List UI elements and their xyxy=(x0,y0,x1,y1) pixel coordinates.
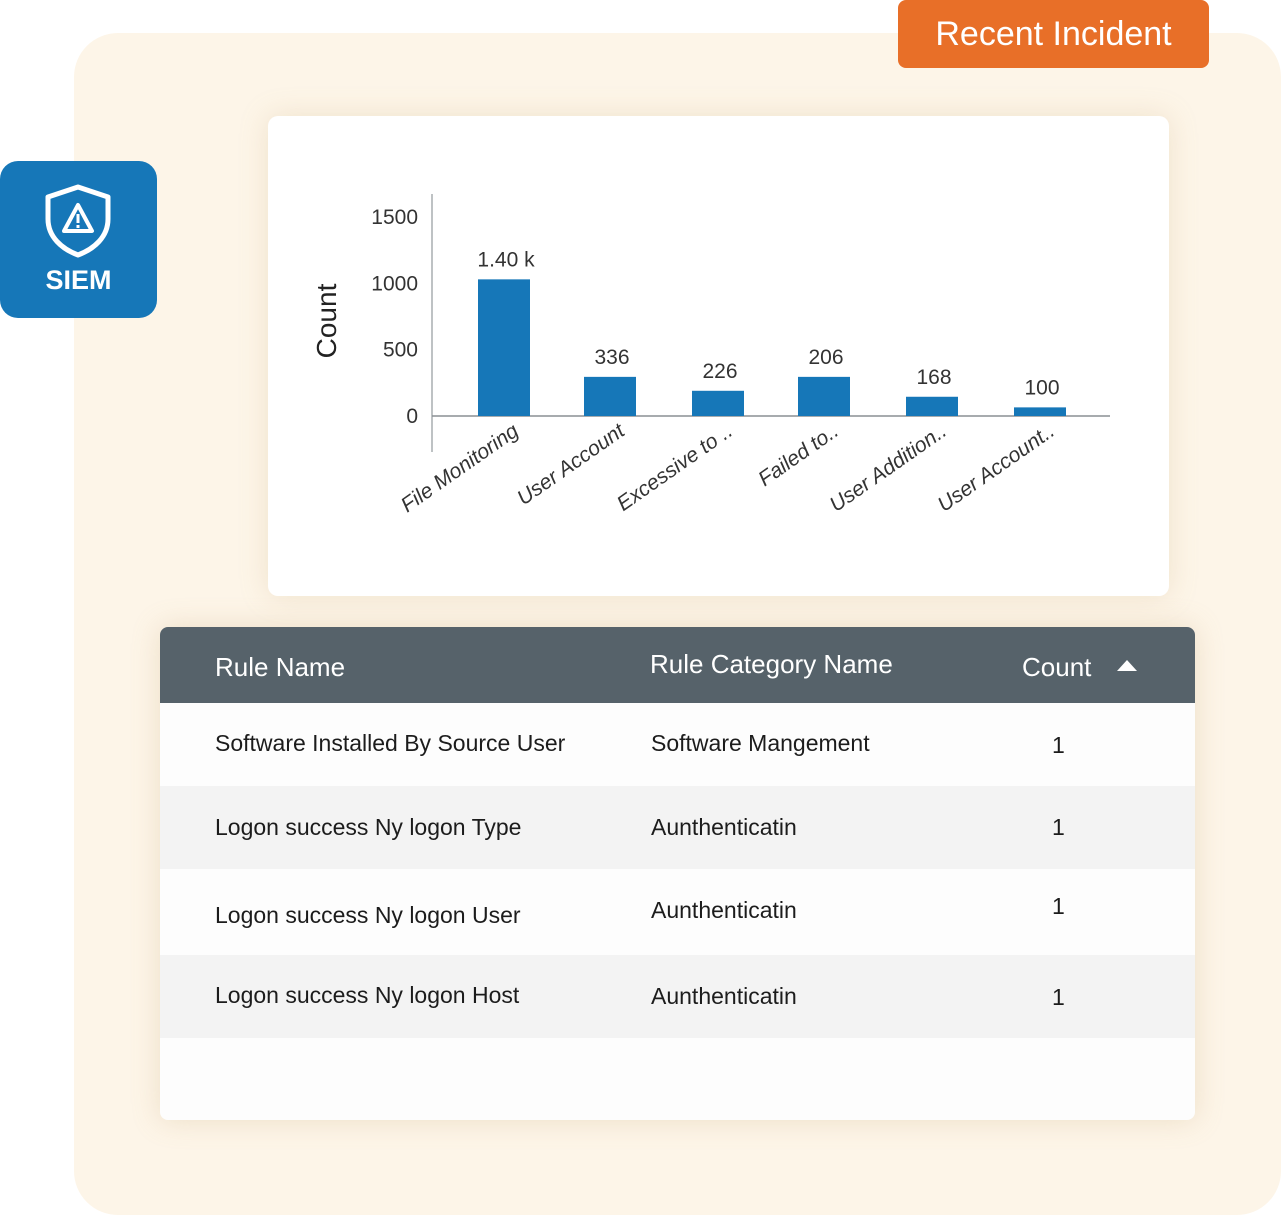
bar xyxy=(584,376,636,416)
shield-warning-icon xyxy=(45,184,111,258)
column-header-count[interactable]: Count xyxy=(1022,652,1091,683)
rule-name-cell: Logon success Ny logon Host xyxy=(215,982,520,1008)
rule-category-cell: Aunthenticatin xyxy=(651,814,797,840)
sort-ascending-icon[interactable] xyxy=(1117,660,1137,671)
y-tick-label: 1000 xyxy=(371,272,418,295)
bar xyxy=(692,390,744,416)
y-axis-label: Count xyxy=(311,283,342,358)
rule-category-cell: Aunthenticatin xyxy=(651,983,797,1009)
count-cell: 1 xyxy=(1052,732,1065,758)
bar-value-label: 336 xyxy=(594,346,629,369)
bar-chart: Count 0 500 1000 1500 1.40 k File Monitoring 33… xyxy=(311,194,1110,517)
x-category-label: Failed to.. xyxy=(754,419,843,491)
table-row[interactable]: Logon success Ny logon User Aunthenticat… xyxy=(160,869,1195,955)
table-row[interactable]: Logon success Ny logon Host Aunthenticat… xyxy=(160,955,1195,1038)
bar-value-label: 168 xyxy=(916,366,951,389)
rule-name-cell: Logon success Ny logon Type xyxy=(215,814,522,840)
x-category-label: User Addition.. xyxy=(825,419,950,516)
count-cell: 1 xyxy=(1052,814,1065,840)
rule-category-cell: Aunthenticatin xyxy=(651,897,797,923)
table-row[interactable]: Logon success Ny logon Type Aunthenticat… xyxy=(160,786,1195,869)
x-category-label: User Account.. xyxy=(933,419,1058,516)
bar-value-label: 1.40 k xyxy=(477,248,535,271)
rule-name-cell: Software Installed By Source User xyxy=(215,730,566,756)
x-category-label: File Monitoring xyxy=(397,419,523,517)
incident-chart-card: Count 0 500 1000 1500 1.40 k File Monitoring 33… xyxy=(268,116,1169,596)
y-tick-label: 1500 xyxy=(371,206,418,229)
count-cell: 1 xyxy=(1052,893,1065,919)
siem-app-tile[interactable]: SIEM xyxy=(0,161,157,318)
recent-incident-title: Recent Incident xyxy=(898,0,1209,68)
column-header-rule-name[interactable]: Rule Name xyxy=(215,652,345,683)
table-row[interactable]: Software Installed By Source User Softwa… xyxy=(160,703,1195,786)
bar xyxy=(798,376,850,416)
bar-value-label: 100 xyxy=(1024,376,1059,399)
siem-label: SIEM xyxy=(45,265,112,295)
incident-table: Rule Name Rule Category Name Count Softw… xyxy=(160,627,1195,1120)
count-cell: 1 xyxy=(1052,984,1065,1010)
x-category-label: Excessive to .. xyxy=(613,419,737,515)
table-header: Rule Name Rule Category Name Count xyxy=(160,627,1195,703)
column-header-rule-category[interactable]: Rule Category Name xyxy=(650,649,893,680)
bar xyxy=(1014,407,1066,416)
rule-category-cell: Software Mangement xyxy=(651,730,870,756)
bar xyxy=(906,396,958,416)
rule-name-cell: Logon success Ny logon User xyxy=(215,902,521,928)
y-tick-label: 0 xyxy=(406,405,418,428)
y-tick-label: 500 xyxy=(383,339,418,362)
bar-value-label: 206 xyxy=(808,346,843,369)
bar-value-label: 226 xyxy=(702,360,737,383)
bar xyxy=(478,279,530,416)
